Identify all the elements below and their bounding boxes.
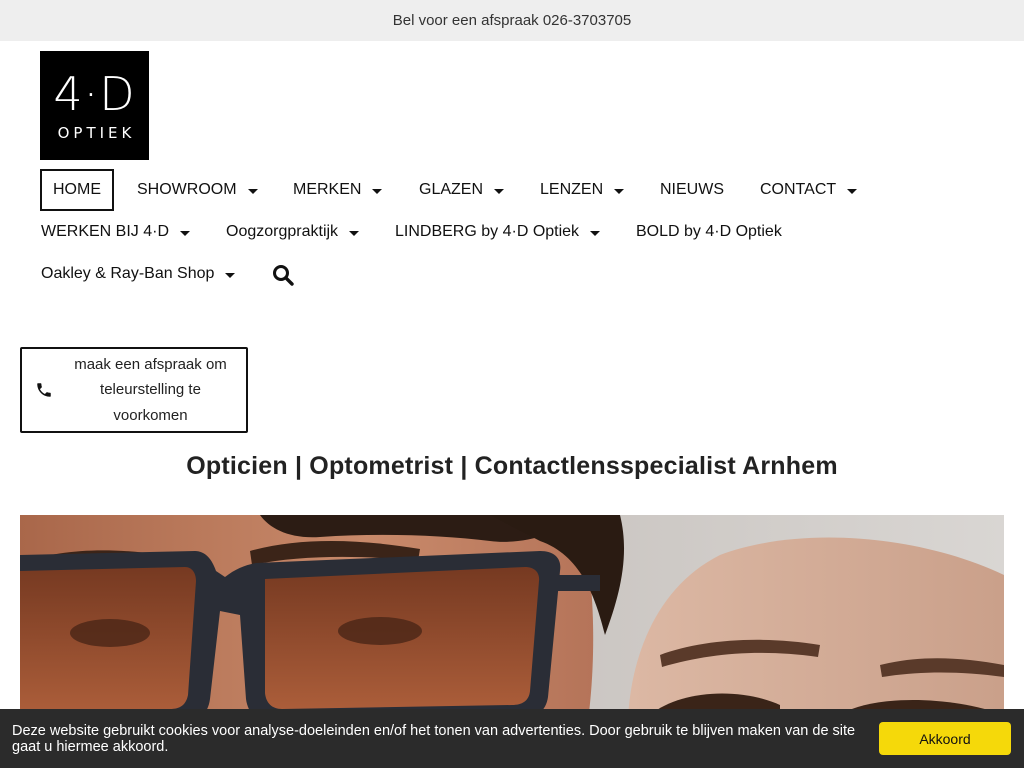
caret-down-icon <box>180 230 191 236</box>
nav-item-label: MERKEN <box>293 181 362 198</box>
nav-item-label: LENZEN <box>540 181 604 198</box>
nav-item-lenzen[interactable]: LENZEN <box>540 172 625 208</box>
nav-item-label: Oogzorgpraktijk <box>226 223 339 240</box>
nav-item-oakley-rayban[interactable]: Oakley & Ray-Ban Shop <box>41 256 236 292</box>
caret-down-icon <box>372 188 383 194</box>
logo-wordmark: OPTIEK <box>57 123 136 142</box>
nav-item-home[interactable]: HOME <box>40 169 114 211</box>
search-icon <box>273 265 294 286</box>
nav-item-label: SHOWROOM <box>137 181 237 198</box>
top-announcement-bar: Bel voor een afspraak 026-3703705 <box>0 0 1024 41</box>
nav-item-lindberg[interactable]: LINDBERG by 4·D Optiek <box>395 214 601 250</box>
caret-down-icon <box>590 230 601 236</box>
nav-item-label: LINDBERG by 4·D Optiek <box>395 223 580 240</box>
phone-icon <box>37 383 51 397</box>
caret-down-icon <box>349 230 360 236</box>
logo-mark: 4·D <box>53 66 136 121</box>
caret-down-icon <box>494 188 505 194</box>
nav-item-werken[interactable]: WERKEN BIJ 4·D <box>41 214 191 250</box>
page-headline: Opticien | Optometrist | Contactlensspec… <box>186 452 838 480</box>
caret-down-icon <box>247 188 258 194</box>
nav-item-bold[interactable]: BOLD by 4·D Optiek <box>636 214 782 250</box>
site-logo[interactable]: 4·D OPTIEK <box>40 51 149 160</box>
caret-down-icon <box>847 188 858 194</box>
nav-item-label: HOME <box>53 181 101 198</box>
top-announcement-text[interactable]: Bel voor een afspraak 026-3703705 <box>393 12 632 29</box>
cookie-banner: Deze website gebruikt cookies voor analy… <box>0 709 1024 768</box>
caret-down-icon <box>614 188 625 194</box>
nav-item-merken[interactable]: MERKEN <box>293 172 383 208</box>
search-button[interactable] <box>272 264 294 286</box>
nav-item-showroom[interactable]: SHOWROOM <box>137 172 258 208</box>
caret-down-icon <box>225 272 236 278</box>
appointment-text: maak een afspraak om teleurstelling te v… <box>74 355 227 424</box>
nav-item-label: Oakley & Ray-Ban Shop <box>41 265 215 282</box>
nav-item-contact[interactable]: CONTACT <box>760 172 858 208</box>
nav-item-label: CONTACT <box>760 181 837 198</box>
nav-item-label: BOLD by 4·D Optiek <box>636 223 782 240</box>
cookie-message: Deze website gebruikt cookies voor analy… <box>12 723 856 755</box>
nav-item-label: GLAZEN <box>419 181 484 198</box>
nav-item-glazen[interactable]: GLAZEN <box>419 172 505 208</box>
nav-item-label: WERKEN BIJ 4·D <box>41 223 170 240</box>
nav-item-nieuws[interactable]: NIEUWS <box>660 172 724 208</box>
nav-item-oogzorgpraktijk[interactable]: Oogzorgpraktijk <box>226 214 360 250</box>
cookie-accept-button[interactable]: Akkoord <box>879 722 1011 755</box>
appointment-button[interactable]: maak een afspraak om teleurstelling te v… <box>20 347 248 433</box>
nav-item-label: NIEUWS <box>660 181 724 198</box>
